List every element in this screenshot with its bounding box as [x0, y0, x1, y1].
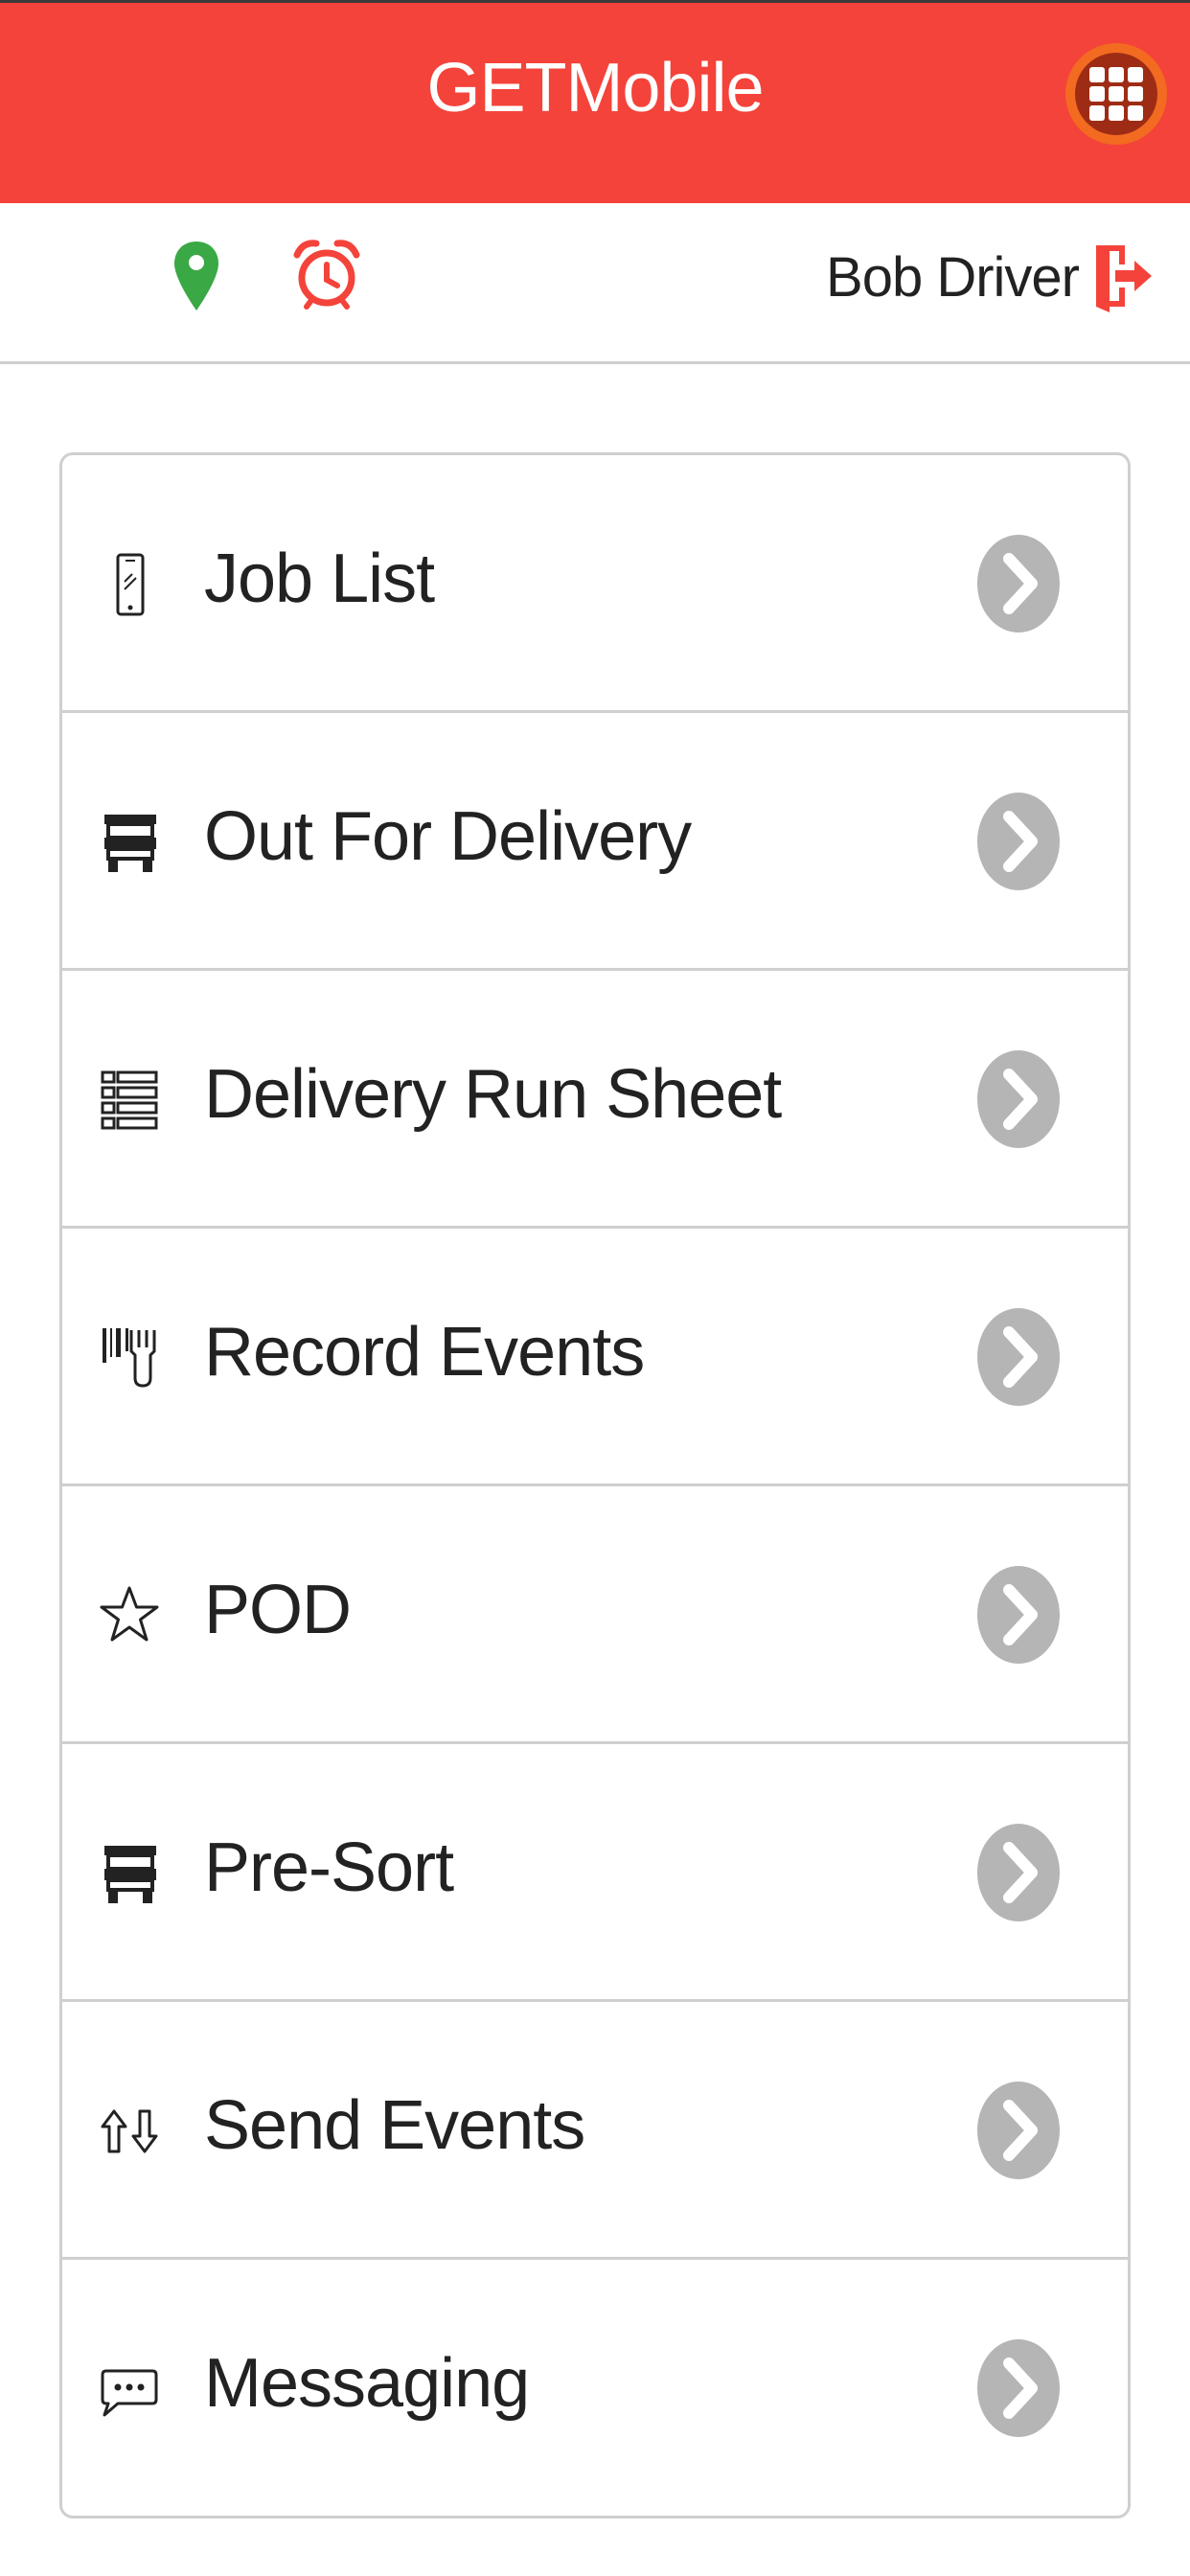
chevron-right-icon	[977, 1050, 1060, 1148]
barcode-scanner-icon	[103, 1328, 156, 1388]
map-pin-icon[interactable]	[172, 240, 220, 312]
truck-icon	[104, 1846, 156, 1903]
menu-item-messaging[interactable]: Messaging	[62, 2260, 1128, 2516]
menu-item-label: Delivery Run Sheet	[204, 1056, 782, 1133]
menu-item-send-events[interactable]: Send Events	[62, 2002, 1128, 2260]
star-icon	[100, 1586, 159, 1642]
chevron-right-icon	[977, 1566, 1060, 1664]
menu-item-pre-sort[interactable]: Pre-Sort	[62, 1744, 1128, 2002]
phone-icon	[116, 553, 145, 616]
apps-button-inner	[1075, 53, 1157, 135]
menu-item-delivery-run-sheet[interactable]: Delivery Run Sheet	[62, 971, 1128, 1229]
upload-download-icon	[101, 2109, 158, 2153]
alarm-clock-icon[interactable]	[293, 238, 360, 310]
chevron-right-icon	[977, 2082, 1060, 2179]
menu-item-label: Messaging	[204, 2345, 530, 2422]
menu-item-record-events[interactable]: Record Events	[62, 1229, 1128, 1486]
apps-menu-button[interactable]	[1065, 43, 1167, 145]
chat-bubble-icon	[101, 2369, 158, 2417]
menu-item-label: Pre-Sort	[204, 1829, 454, 1906]
chevron-right-icon	[977, 1308, 1060, 1406]
chevron-right-icon	[977, 1824, 1060, 1921]
main-menu: Job List Out For Delivery Delivery Run S…	[59, 452, 1131, 2518]
truck-icon	[104, 815, 156, 872]
menu-item-pod[interactable]: POD	[62, 1486, 1128, 1744]
screen: GETMobile Bob Driver Job List Out For De…	[0, 0, 1190, 2576]
user-name: Bob Driver	[826, 246, 1080, 309]
menu-item-job-list[interactable]: Job List	[62, 455, 1128, 713]
menu-item-out-for-delivery[interactable]: Out For Delivery	[62, 713, 1128, 971]
app-header: GETMobile	[0, 0, 1190, 203]
list-icon	[101, 1070, 158, 1130]
menu-item-label: Send Events	[204, 2087, 585, 2164]
menu-item-label: POD	[204, 1572, 352, 1648]
menu-item-label: Record Events	[204, 1314, 645, 1391]
chevron-right-icon	[977, 535, 1060, 632]
app-title: GETMobile	[426, 50, 764, 126]
chevron-right-icon	[977, 2339, 1060, 2437]
logout-icon[interactable]	[1092, 238, 1154, 314]
menu-item-label: Out For Delivery	[204, 798, 692, 875]
menu-item-label: Job List	[204, 540, 435, 617]
status-bar: Bob Driver	[0, 203, 1190, 364]
chevron-right-icon	[977, 793, 1060, 890]
grid-icon	[1089, 67, 1143, 121]
